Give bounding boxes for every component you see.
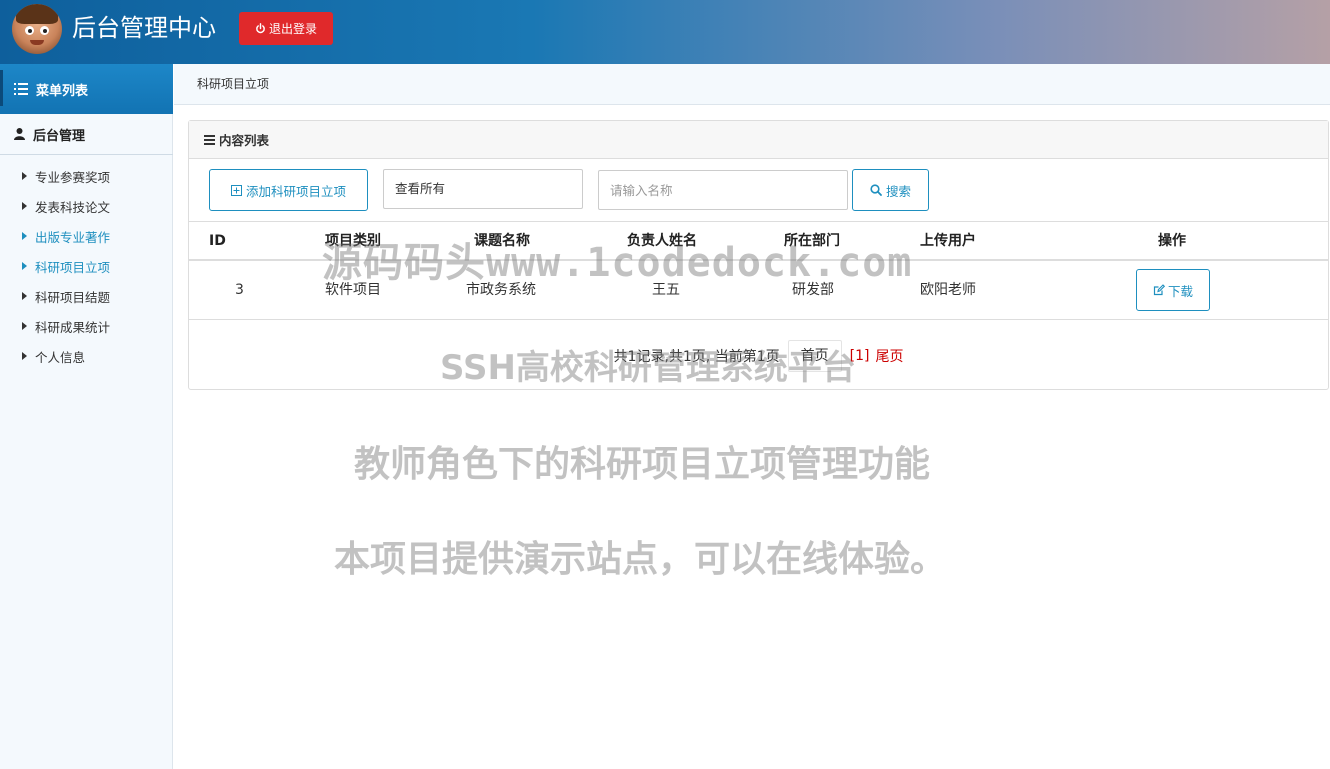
add-project-button[interactable]: 添加科研项目立项 (209, 169, 368, 211)
search-label: 搜索 (885, 184, 911, 199)
sidebar-heading-label: 菜单列表 (36, 83, 89, 99)
breadcrumb: 科研项目立项 (174, 64, 1330, 105)
col-dept: 所在部门 (784, 233, 840, 249)
sidebar-item-project-approval[interactable]: 科研项目立项 (0, 251, 173, 281)
sidebar-item-label: 科研项目结题 (35, 289, 111, 305)
search-button[interactable]: 搜索 (852, 169, 929, 211)
table-row: 3 软件项目 市政务系统 王五 研发部 欧阳老师 下载 (189, 261, 1328, 320)
caret-right-icon (22, 232, 27, 240)
col-id: ID (209, 233, 226, 249)
sidebar-section-label: 后台管理 (33, 128, 86, 144)
list-icon (14, 83, 28, 95)
sidebar-item-project-conclusion[interactable]: 科研项目结题 (0, 281, 173, 311)
sidebar-item-label: 科研成果统计 (35, 319, 111, 335)
sidebar-item-awards[interactable]: 专业参赛奖项 (0, 161, 173, 191)
col-topic: 课题名称 (474, 233, 530, 249)
pager-summary: 共1记录,共1页, 当前第1页 (613, 349, 780, 365)
caret-right-icon (22, 262, 27, 270)
sidebar-item-statistics[interactable]: 科研成果统计 (0, 311, 173, 341)
col-category: 项目类别 (325, 233, 381, 249)
col-leader: 负责人姓名 (627, 233, 697, 249)
top-header: 后台管理中心 退出登录 (0, 0, 1330, 64)
sidebar-item-label: 出版专业著作 (35, 229, 111, 245)
sidebar-item-label: 个人信息 (35, 349, 86, 365)
sidebar-item-label: 发表科技论文 (35, 199, 111, 215)
caret-right-icon (22, 352, 27, 360)
download-button[interactable]: 下载 (1136, 269, 1210, 311)
user-icon (14, 128, 25, 140)
filter-select[interactable]: 查看所有 (383, 169, 583, 209)
caret-right-icon (22, 172, 27, 180)
caret-right-icon (22, 292, 27, 300)
download-label: 下载 (1167, 284, 1193, 299)
pager-first-link[interactable]: 首页 (787, 340, 842, 372)
content-panel: 内容列表 添加科研项目立项 查看所有 搜索 ID 项目类别 课题名称 负责人姓名 (188, 120, 1329, 390)
cell-id: 3 (235, 282, 244, 298)
pagination: 共1记录,共1页, 当前第1页 首页 [1] 尾页 (189, 340, 1328, 372)
pager-last-link[interactable]: 尾页 (875, 346, 903, 366)
sidebar-section[interactable]: 后台管理 (0, 114, 173, 155)
bars-icon (204, 134, 215, 145)
app-title: 后台管理中心 (72, 14, 216, 42)
pager-current: [1] (849, 348, 870, 364)
plus-square-icon (230, 184, 242, 196)
caret-right-icon (22, 202, 27, 210)
power-icon (256, 23, 265, 34)
panel-heading: 内容列表 (189, 121, 1328, 159)
sidebar-heading: 菜单列表 (0, 64, 173, 114)
cell-topic: 市政务系统 (466, 282, 536, 298)
cell-uploader: 欧阳老师 (920, 282, 976, 298)
add-project-label: 添加科研项目立项 (245, 184, 346, 199)
col-uploader: 上传用户 (920, 233, 976, 249)
sidebar-item-books[interactable]: 出版专业著作 (0, 221, 173, 251)
search-icon (870, 184, 882, 196)
sidebar-item-profile[interactable]: 个人信息 (0, 341, 173, 371)
avatar (12, 4, 62, 54)
cell-category: 软件项目 (325, 282, 381, 298)
caret-right-icon (22, 322, 27, 330)
data-table: ID 项目类别 课题名称 负责人姓名 所在部门 上传用户 操作 3 软件项目 市… (189, 222, 1328, 320)
col-action: 操作 (1158, 233, 1186, 249)
logout-label: 退出登录 (268, 22, 317, 36)
watermark-demo: 本项目提供演示站点，可以在线体验。 (334, 539, 947, 580)
sidebar-item-label: 科研项目立项 (35, 259, 111, 275)
sidebar-menu: 专业参赛奖项 发表科技论文 出版专业著作 科研项目立项 科研项目结题 科研成果统… (0, 161, 173, 371)
edit-icon (1153, 284, 1165, 296)
table-header: ID 项目类别 课题名称 负责人姓名 所在部门 上传用户 操作 (189, 222, 1328, 261)
sidebar: 菜单列表 后台管理 专业参赛奖项 发表科技论文 出版专业著作 科研项目立项 科研… (0, 64, 173, 769)
toolbar: 添加科研项目立项 查看所有 搜索 (189, 159, 1328, 222)
panel-title: 内容列表 (219, 133, 270, 148)
search-input[interactable] (598, 170, 848, 210)
logout-button[interactable]: 退出登录 (239, 12, 333, 45)
cell-dept: 研发部 (792, 282, 834, 298)
cell-leader: 王五 (652, 282, 680, 298)
sidebar-item-label: 专业参赛奖项 (35, 169, 111, 185)
sidebar-item-papers[interactable]: 发表科技论文 (0, 191, 173, 221)
watermark-feature: 教师角色下的科研项目立项管理功能 (354, 444, 931, 485)
